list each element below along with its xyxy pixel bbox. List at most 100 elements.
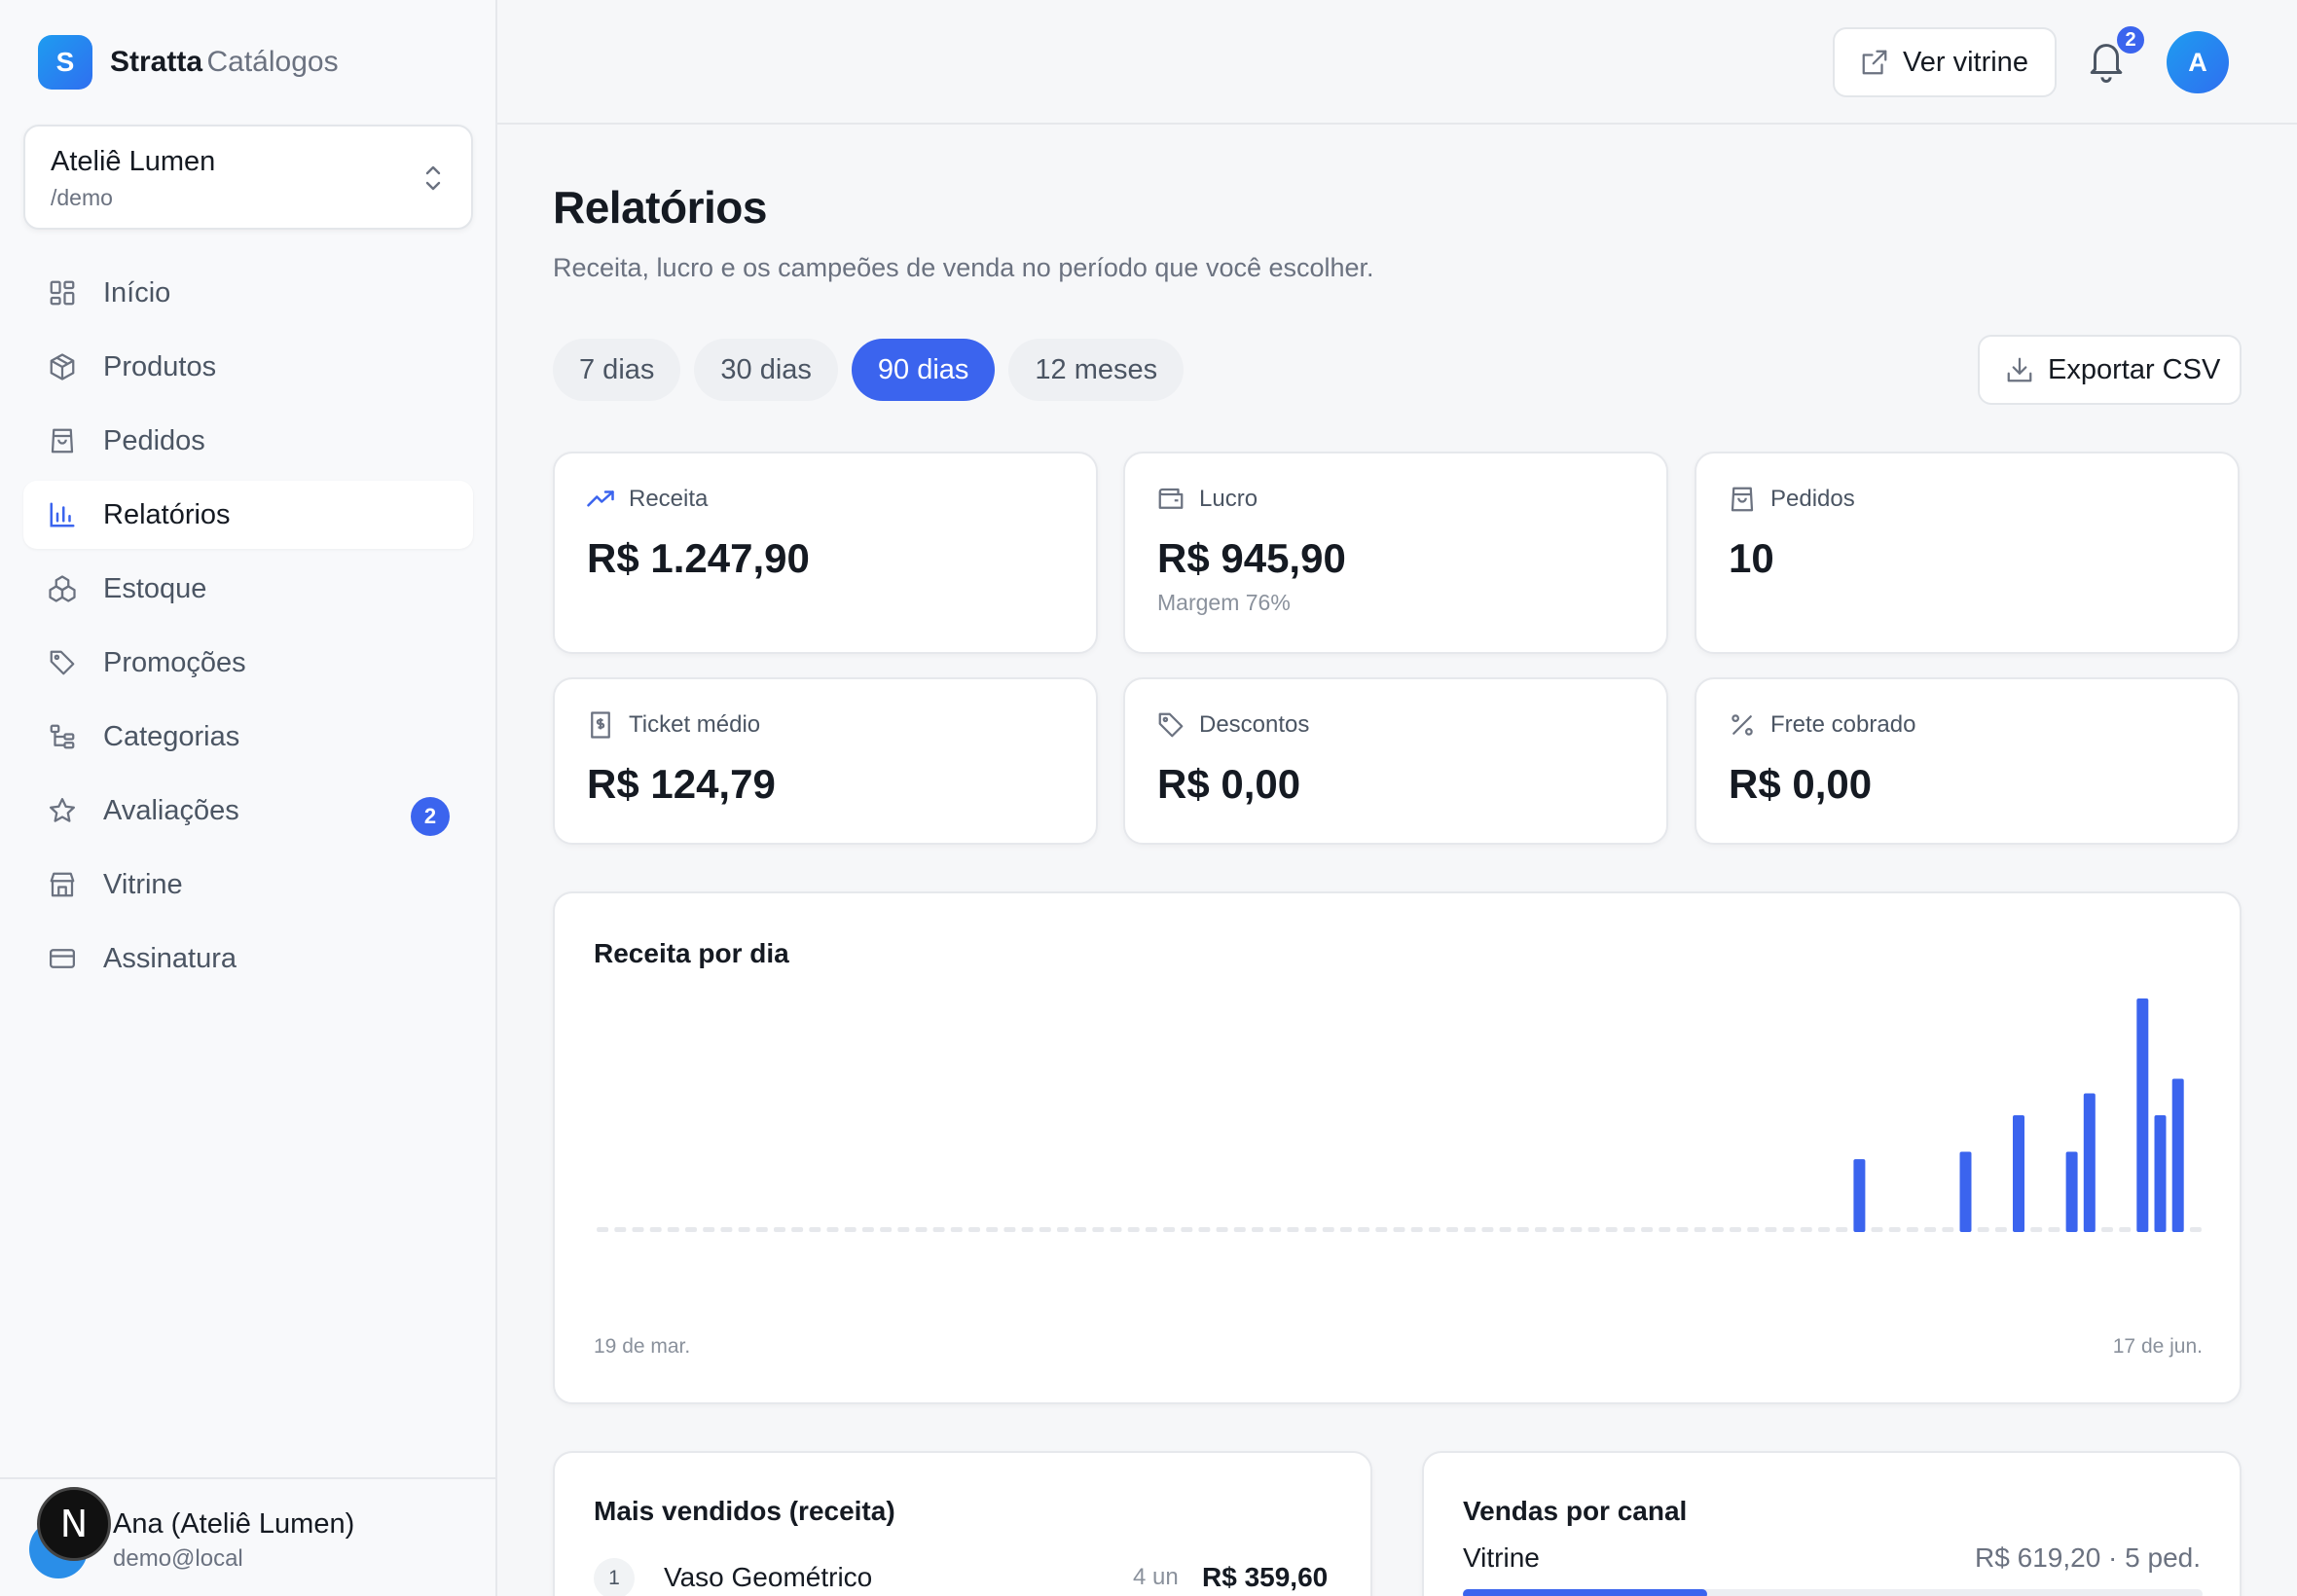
chart-bar-empty[interactable] (880, 1227, 893, 1232)
chart-bar-empty[interactable] (1906, 1227, 1918, 1232)
chart-bar-empty[interactable] (950, 1227, 963, 1232)
chart-bar-empty[interactable] (1587, 1227, 1600, 1232)
view-storefront-button[interactable]: Ver vitrine (1833, 27, 2057, 97)
chart-bar-empty[interactable] (1676, 1227, 1689, 1232)
chart-bar-empty[interactable] (703, 1227, 715, 1232)
next-devtools-icon[interactable]: N (37, 1487, 111, 1561)
chart-bar-empty[interactable] (2189, 1227, 2202, 1232)
chart-bar-empty[interactable] (1198, 1227, 1211, 1232)
chart-bar-empty[interactable] (1694, 1227, 1706, 1232)
chart-bar-empty[interactable] (1410, 1227, 1423, 1232)
chart-bar-empty[interactable] (1145, 1227, 1157, 1232)
chart-bar-empty[interactable] (597, 1227, 609, 1232)
chart-bar[interactable] (2083, 1093, 2096, 1233)
chart-bar-empty[interactable] (774, 1227, 785, 1232)
chart-bar-empty[interactable] (1216, 1227, 1228, 1232)
chart-bar-empty[interactable] (1358, 1227, 1370, 1232)
avatar[interactable]: A (2167, 31, 2229, 93)
chart-bar-empty[interactable] (1287, 1227, 1299, 1232)
chart-bar-empty[interactable] (1605, 1227, 1618, 1232)
chart-bar-empty[interactable] (915, 1227, 928, 1232)
chart-bar-empty[interactable] (1339, 1227, 1352, 1232)
chart-bar-empty[interactable] (809, 1227, 821, 1232)
chart-bar-empty[interactable] (1092, 1227, 1105, 1232)
chart-bar-empty[interactable] (1516, 1227, 1529, 1232)
chart-bar-empty[interactable] (1499, 1227, 1512, 1232)
chart-bar[interactable] (1853, 1159, 1866, 1232)
chart-bar-empty[interactable] (1942, 1227, 1954, 1232)
chart-bar[interactable] (2136, 998, 2149, 1232)
chart-bar-empty[interactable] (1057, 1227, 1069, 1232)
chart-bar-empty[interactable] (632, 1227, 644, 1232)
chart-bar-empty[interactable] (1782, 1227, 1795, 1232)
chart-bar-empty[interactable] (1871, 1227, 1883, 1232)
chart-bar-empty[interactable] (1127, 1227, 1140, 1232)
chart-bar-empty[interactable] (844, 1227, 857, 1232)
chart-bar-empty[interactable] (1730, 1227, 1741, 1232)
chart-bar-empty[interactable] (1552, 1227, 1565, 1232)
chart-bar-empty[interactable] (2119, 1227, 2132, 1232)
chart-bar-empty[interactable] (1252, 1227, 1263, 1232)
chart-bar-empty[interactable] (2030, 1227, 2043, 1232)
chart-bar-empty[interactable] (1570, 1227, 1583, 1232)
chart-bar-empty[interactable] (1481, 1227, 1494, 1232)
chart-bar-empty[interactable] (986, 1227, 999, 1232)
chart-bar-empty[interactable] (1924, 1227, 1937, 1232)
chart-bar-empty[interactable] (1800, 1227, 1812, 1232)
chart-bar-empty[interactable] (1110, 1227, 1122, 1232)
chart-bar-empty[interactable] (738, 1227, 750, 1232)
chart-bar-empty[interactable] (826, 1227, 839, 1232)
chart-bar-empty[interactable] (1269, 1227, 1282, 1232)
chart-bar[interactable] (2065, 1151, 2078, 1233)
chart-bar-empty[interactable] (932, 1227, 945, 1232)
chart-bar-empty[interactable] (1765, 1227, 1777, 1232)
chart-bar-empty[interactable] (614, 1227, 627, 1232)
chart-bar-empty[interactable] (1003, 1227, 1016, 1232)
export-csv-button[interactable]: Exportar CSV (1978, 335, 2242, 405)
chart-bar-empty[interactable] (1322, 1227, 1334, 1232)
chart-bar-empty[interactable] (1375, 1227, 1388, 1232)
chart-bar-empty[interactable] (720, 1227, 733, 1232)
chart-bar-empty[interactable] (1181, 1227, 1193, 1232)
chart-bar-empty[interactable] (1233, 1227, 1246, 1232)
store-switcher[interactable]: Ateliê Lumen /demo (23, 125, 473, 230)
chart-bar-empty[interactable] (1464, 1227, 1477, 1232)
chart-bar-empty[interactable] (1836, 1227, 1848, 1232)
chart-bar-empty[interactable] (1994, 1227, 2007, 1232)
sidebar-item-categorias[interactable]: Categorias (23, 703, 473, 771)
sidebar-item-produtos[interactable]: Produtos (23, 333, 473, 401)
user-menu[interactable]: N Ana (Ateliê Lumen) demo@local (0, 1477, 495, 1596)
chart-bar-empty[interactable] (1622, 1227, 1635, 1232)
chart-bar[interactable] (2154, 1115, 2167, 1232)
chart-bar-empty[interactable] (649, 1227, 662, 1232)
sidebar-item-inicio[interactable]: Início (23, 259, 473, 327)
tab-30-dias[interactable]: 30 dias (694, 339, 838, 401)
chart-bar[interactable] (2013, 1115, 2024, 1232)
sidebar-item-vitrine[interactable]: Vitrine (23, 851, 473, 919)
chart-bar-empty[interactable] (755, 1227, 768, 1232)
chart-bar-empty[interactable] (1535, 1227, 1547, 1232)
chart-bar-empty[interactable] (2048, 1227, 2060, 1232)
sidebar-item-assinatura[interactable]: Assinatura (23, 925, 473, 993)
chart-bar-empty[interactable] (1021, 1227, 1034, 1232)
sidebar-item-relatorios[interactable]: Relatórios (23, 481, 473, 549)
chart-bar-empty[interactable] (685, 1227, 697, 1232)
tab-12-meses[interactable]: 12 meses (1008, 339, 1185, 401)
chart-bar-empty[interactable] (2101, 1227, 2113, 1232)
chart-bar-empty[interactable] (1304, 1227, 1317, 1232)
chart-bar-empty[interactable] (1977, 1227, 1989, 1232)
chart-bar-empty[interactable] (791, 1227, 804, 1232)
chart-bar-empty[interactable] (1818, 1227, 1830, 1232)
chart-bar-empty[interactable] (1711, 1227, 1724, 1232)
tab-7-dias[interactable]: 7 dias (553, 339, 681, 401)
chart-bar-empty[interactable] (1428, 1227, 1440, 1232)
chart-bar-empty[interactable] (1393, 1227, 1405, 1232)
chart-bar[interactable] (2171, 1078, 2184, 1233)
tab-90-dias[interactable]: 90 dias (851, 339, 996, 401)
chart-bar-empty[interactable] (1039, 1227, 1051, 1232)
chart-bar-empty[interactable] (1446, 1227, 1459, 1232)
chart-bar-empty[interactable] (1659, 1227, 1671, 1232)
chart-bar-empty[interactable] (1641, 1227, 1654, 1232)
chart-bar[interactable] (1959, 1151, 1972, 1233)
chart-bar-empty[interactable] (667, 1227, 679, 1232)
